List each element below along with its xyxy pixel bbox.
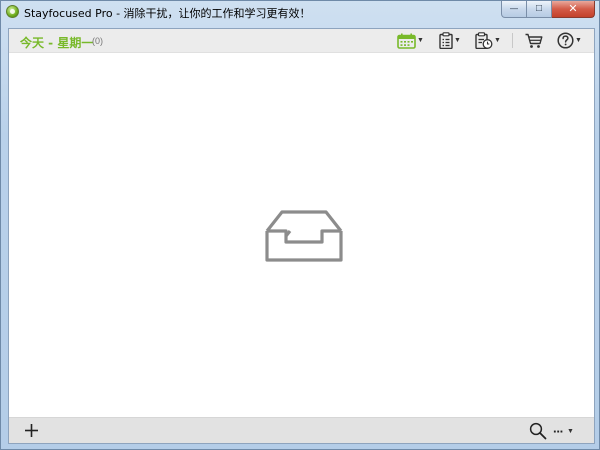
header-bar: 今天 - 星期一 (0) ▼ ▼ ▼ ▼ [9,29,594,53]
chevron-down-icon: ▼ [575,37,582,44]
title-bar[interactable]: Stayfocused Pro - 消除干扰，让你的工作和学习更有效！ — □ … [1,1,599,23]
maximize-button[interactable]: □ [527,1,552,18]
footer-bar: ··· ▼ [9,417,594,443]
clipboard-list-icon [439,32,453,49]
calendar-button[interactable]: ▼ [397,32,424,49]
cart-icon [525,33,543,48]
chevron-down-icon: ▼ [494,37,501,44]
plus-icon [25,424,38,437]
store-button[interactable] [525,32,543,49]
close-button[interactable]: ✕ [552,1,595,18]
clipboard-clock-icon [475,32,493,49]
close-icon: ✕ [568,2,578,15]
search-icon [529,422,547,440]
history-button[interactable]: ▼ [475,32,501,49]
app-window: Stayfocused Pro - 消除干扰，让你的工作和学习更有效！ — □ … [0,0,600,450]
chevron-down-icon: ▼ [454,37,461,44]
toolbar-divider [512,33,513,48]
help-button[interactable]: ▼ [557,32,582,49]
main-content: 今天 - 星期一 (0) ▼ ▼ ▼ ▼ ··· ▼ [8,28,595,444]
search-button[interactable] [529,422,547,440]
more-icon: ··· [553,423,564,439]
more-options-button[interactable]: ··· ▼ [553,423,574,439]
window-title: Stayfocused Pro - 消除干扰，让你的工作和学习更有效！ [24,7,311,20]
empty-inbox-icon [265,210,343,262]
chevron-down-icon: ▼ [417,37,424,44]
toolbar: ▼ ▼ ▼ ▼ [9,29,594,52]
add-button[interactable] [23,422,40,439]
calendar-icon [397,33,416,49]
empty-state [264,209,344,263]
chevron-down-icon: ▼ [567,427,574,435]
minimize-button[interactable]: — [501,1,527,18]
minimize-icon: — [510,4,518,13]
task-list-button[interactable]: ▼ [439,32,461,49]
app-logo-icon [6,5,19,18]
maximize-icon: □ [535,3,543,14]
window-controls: — □ ✕ [501,1,595,18]
help-icon [557,32,574,49]
